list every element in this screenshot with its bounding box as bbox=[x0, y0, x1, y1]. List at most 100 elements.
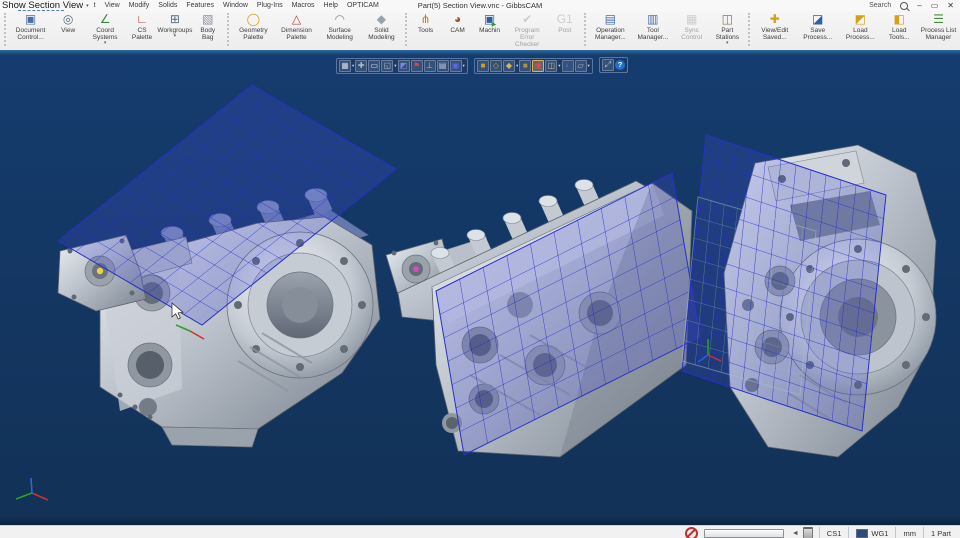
plane-display-icon[interactable]: ▱▾ bbox=[575, 60, 590, 72]
menu-item[interactable]: OPTICAM bbox=[347, 2, 379, 9]
model-left[interactable] bbox=[58, 85, 396, 447]
chevron-down-icon: ▾ bbox=[104, 41, 107, 45]
graphics-viewport[interactable]: ▦▾✚▾▭▾◱▾◩▾⚑▾⊥▾▤▾▣▾ ■▾◇▾◆▾■▾▣▾◫▾◐▾▱▾ ⤢▾?▾ bbox=[0, 55, 960, 525]
flag-icon[interactable]: ⚑▾ bbox=[411, 60, 423, 72]
solid-modeling-button[interactable]: ◆ Solid Modeling ▾ bbox=[361, 12, 401, 41]
ribbon-button-icon: ◩ bbox=[855, 12, 866, 27]
menu-item[interactable]: Features bbox=[186, 2, 214, 9]
view-edit-saved-button[interactable]: ✚ View/Edit Saved... ▾ bbox=[753, 12, 796, 41]
menu-item[interactable]: t bbox=[94, 2, 96, 9]
section-view-icon[interactable]: ▣▾ bbox=[532, 60, 544, 72]
search-icon[interactable] bbox=[900, 2, 908, 10]
sync-control-button[interactable]: ▦ Sync Control ▾ bbox=[674, 12, 710, 41]
ribbon-button-icon: ✔ bbox=[522, 12, 532, 27]
chevron-down-icon[interactable]: ▾ bbox=[86, 3, 89, 9]
save-process-button[interactable]: ◪ Save Process... ▾ bbox=[796, 12, 839, 41]
chevron-down-icon[interactable]: ▾ bbox=[463, 63, 465, 69]
hidden-line-icon[interactable]: ◆▾ bbox=[503, 60, 518, 72]
post-button[interactable]: G1 Post ▾ bbox=[549, 12, 581, 34]
trash-icon[interactable] bbox=[803, 527, 813, 538]
machining-button[interactable]: ▣▶ Machin ▾ bbox=[474, 12, 506, 34]
fit-view-icon[interactable]: ⤢▾ bbox=[602, 59, 614, 71]
operation-manager-button[interactable]: ▤ Operation Manager... ▾ bbox=[589, 12, 632, 41]
process-list-manager-button[interactable]: ☰ Process List Manager ▾ bbox=[917, 12, 960, 41]
menu-bar: Show Section View ▾ tViewModifySolidsFea… bbox=[0, 0, 960, 11]
group-separator bbox=[4, 13, 6, 46]
chevron-down-icon[interactable]: ▾ bbox=[558, 63, 560, 69]
document-view-icon[interactable]: ▣▾ bbox=[450, 60, 465, 72]
cam-button[interactable]: ◕ CAM ▾ bbox=[442, 12, 474, 34]
load-process-button[interactable]: ◩ Load Process... ▾ bbox=[839, 12, 881, 41]
ribbon-button-icon: ▧ bbox=[202, 12, 213, 27]
search-label[interactable]: Search bbox=[869, 2, 891, 9]
window-title: Part(5) Section View.vnc - GibbsCAM bbox=[418, 1, 543, 10]
tools-button[interactable]: ⋔ Tools ▾ bbox=[410, 12, 442, 34]
ribbon-button-icon: ▦ bbox=[686, 12, 697, 27]
workgroup-indicator[interactable]: WG1 bbox=[848, 527, 895, 538]
status-bar: ◄ CS1 WG1 mm 1 Part bbox=[0, 525, 960, 538]
model-middle[interactable] bbox=[386, 173, 700, 457]
part-stations-button[interactable]: ◫ Part Stations ▾ bbox=[709, 12, 745, 45]
tool-manager-button[interactable]: ▥ Tool Manager... ▾ bbox=[632, 12, 674, 41]
units-indicator[interactable]: mm bbox=[895, 527, 923, 538]
model-scene bbox=[0, 55, 960, 525]
dock-arrow-icon[interactable]: ◄ bbox=[792, 530, 799, 537]
maximize-button[interactable]: ▭ bbox=[931, 1, 939, 11]
axis-icon[interactable]: ⊥▾ bbox=[424, 60, 436, 72]
menu-item[interactable]: Modify bbox=[129, 2, 150, 9]
menu-item[interactable]: Plug-Ins bbox=[257, 2, 283, 9]
unzoom-icon[interactable]: ◱▾ bbox=[381, 60, 396, 72]
menu-item[interactable]: Solids bbox=[158, 2, 177, 9]
document-control-button[interactable]: ▣ Document Control... ▾ bbox=[9, 12, 52, 41]
chevron-down-icon: ▾ bbox=[726, 41, 729, 45]
group-separator bbox=[748, 13, 750, 46]
model-right[interactable] bbox=[682, 135, 936, 457]
ribbon-button-icon: ▣▶ bbox=[484, 12, 495, 27]
chevron-down-icon[interactable]: ▾ bbox=[516, 63, 518, 69]
help-icon[interactable]: ?▾ bbox=[615, 60, 625, 70]
minimize-button[interactable]: – bbox=[917, 1, 921, 11]
ribbon-button-icon: ⋔ bbox=[421, 12, 431, 27]
view-control-toolbar: ▦▾✚▾▭▾◱▾◩▾⚑▾⊥▾▤▾▣▾ bbox=[336, 58, 468, 74]
facet-view-icon[interactable]: ■▾ bbox=[519, 60, 531, 72]
coord-systems-button[interactable]: ∠ Coord Systems ▾ bbox=[84, 12, 126, 45]
view-button[interactable]: ◎ View ▾ bbox=[52, 12, 84, 34]
coordinate-system-indicator[interactable]: CS1 bbox=[819, 527, 849, 538]
program-error-checker-button[interactable]: ✔ Program Error Checker ▾ bbox=[506, 12, 549, 48]
view-cube-icon[interactable]: ◩▾ bbox=[398, 60, 410, 72]
ribbon-button-icon: ⊞ bbox=[170, 12, 180, 27]
menu-item[interactable]: Window bbox=[223, 2, 248, 9]
half-section-icon[interactable]: ◫▾ bbox=[545, 60, 560, 72]
ribbon-button-icon: ▣ bbox=[25, 12, 36, 27]
stop-icon[interactable] bbox=[685, 527, 698, 538]
pan-icon[interactable]: ✚▾ bbox=[355, 60, 367, 72]
select-icon[interactable]: ▦▾ bbox=[339, 60, 354, 72]
globe-icon[interactable]: ◐▾ bbox=[562, 60, 574, 72]
main-toolbar: ▣ Document Control... ▾ ◎ View ▾ ∠ Coord… bbox=[0, 11, 960, 50]
gibbscam-window: Show Section View ▾ tViewModifySolidsFea… bbox=[0, 0, 960, 538]
zoom-window-icon[interactable]: ▭▾ bbox=[368, 60, 380, 72]
ribbon-button-icon: ▥ bbox=[647, 12, 658, 27]
dimension-palette-button[interactable]: △ Dimension Palette ▾ bbox=[275, 12, 318, 41]
menu-item[interactable]: Help bbox=[324, 2, 338, 9]
chevron-down-icon[interactable]: ▾ bbox=[394, 63, 396, 69]
surface-modeling-button[interactable]: ◠ Surface Modeling ▾ bbox=[318, 12, 361, 41]
geometry-palette-button[interactable]: ◯ Geometry Palette ▾ bbox=[232, 12, 275, 41]
window-controls: Search – ▭ ✕ bbox=[869, 1, 960, 11]
datum-marker-yellow[interactable] bbox=[97, 268, 103, 274]
shaded-view-icon[interactable]: ■▾ bbox=[477, 60, 489, 72]
workgroups-button[interactable]: ⊞ Workgroups ▾ bbox=[158, 12, 192, 38]
menu-item[interactable]: Macros bbox=[292, 2, 315, 9]
part-count-indicator[interactable]: 1 Part bbox=[923, 527, 958, 538]
sheet-icon[interactable]: ▤▾ bbox=[437, 60, 449, 72]
close-button[interactable]: ✕ bbox=[947, 1, 954, 11]
load-tools-button[interactable]: ◧ Load Tools... ▾ bbox=[882, 12, 917, 41]
display-mode-toolbar: ■▾◇▾◆▾■▾▣▾◫▾◐▾▱▾ bbox=[474, 58, 593, 74]
wireframe-view-icon[interactable]: ◇▾ bbox=[490, 60, 502, 72]
datum-marker-magenta[interactable] bbox=[413, 266, 419, 272]
chevron-down-icon[interactable]: ▾ bbox=[588, 63, 590, 69]
body-bag-button[interactable]: ▧ Body Bag ▾ bbox=[192, 12, 224, 41]
cs-palette-button[interactable]: ∟ CS Palette ▾ bbox=[126, 12, 158, 41]
menu-item[interactable]: View bbox=[105, 2, 120, 9]
chevron-down-icon[interactable]: ▾ bbox=[352, 63, 354, 69]
